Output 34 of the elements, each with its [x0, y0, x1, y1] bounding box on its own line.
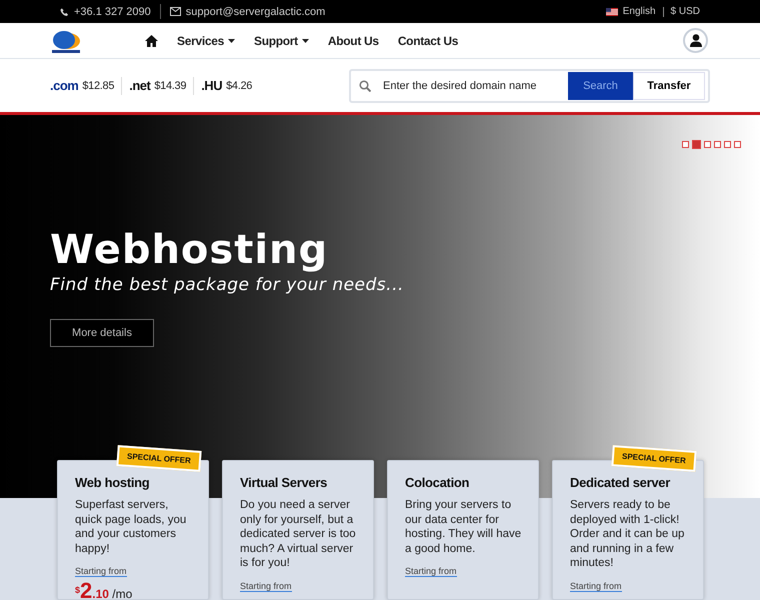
service-card[interactable]: Colocation Bring your servers to our data center for hosting. They will have a good home. Starting from: [387, 460, 539, 600]
card-title: Virtual Servers: [240, 475, 328, 490]
tld-logo: .net: [129, 78, 150, 93]
email-link[interactable]: support@servergalactic.com: [186, 6, 326, 18]
tld-logo: .HU: [201, 78, 222, 93]
tld-price: $4.26: [226, 80, 252, 92]
card-description: Servers ready to be deployed with 1-click! Order and it can be up and running in a few minutes!: [570, 498, 686, 570]
starting-from-label: Starting from: [240, 580, 292, 592]
nav-item[interactable]: About Us: [328, 34, 379, 48]
tld-price: $14.39: [154, 80, 186, 92]
service-card[interactable]: Virtual Servers Do you need a server only for yourself, but a dedicated server is too much? A virtual server is for you! Starting from: [222, 460, 374, 600]
card-description: Bring your servers to our data center for hosting. They will have a good home.: [405, 498, 522, 556]
starting-from-label: Starting from: [405, 566, 457, 577]
starting-from-label: Starting from: [75, 566, 127, 577]
transfer-button[interactable]: Transfer: [633, 72, 705, 100]
card-description: Superfast servers, quick page loads, you and your customers happy!: [75, 498, 188, 556]
card-title: Web hosting: [75, 475, 150, 490]
tld-price: $12.85: [82, 80, 114, 92]
hero-subtitle: Find the best package for your needs...: [50, 275, 404, 295]
card-price: $^{$}$2.10 /mo: [75, 579, 134, 600]
nav-item[interactable]: Support: [254, 34, 309, 48]
phone-number[interactable]: +36.1 327 2090: [74, 6, 151, 18]
card-title: Colocation: [405, 475, 470, 490]
card-title: Dedicated server: [570, 475, 672, 490]
tld-logo: .com: [50, 78, 78, 93]
starting-from-label: Starting from: [570, 580, 622, 592]
nav-item[interactable]: Services: [177, 34, 235, 48]
nav-item[interactable]: Contact Us: [398, 34, 458, 48]
card-description: Do you need a server only for yourself, but a dedicated server is too much? A virtual server is for you!: [240, 498, 357, 570]
currency-selector[interactable]: $ USD: [670, 6, 700, 17]
search-button[interactable]: Search: [568, 72, 633, 100]
language-selector[interactable]: English: [622, 6, 656, 17]
hero-title: Webhosting: [50, 227, 328, 273]
more-details-button[interactable]: More details: [50, 319, 154, 347]
